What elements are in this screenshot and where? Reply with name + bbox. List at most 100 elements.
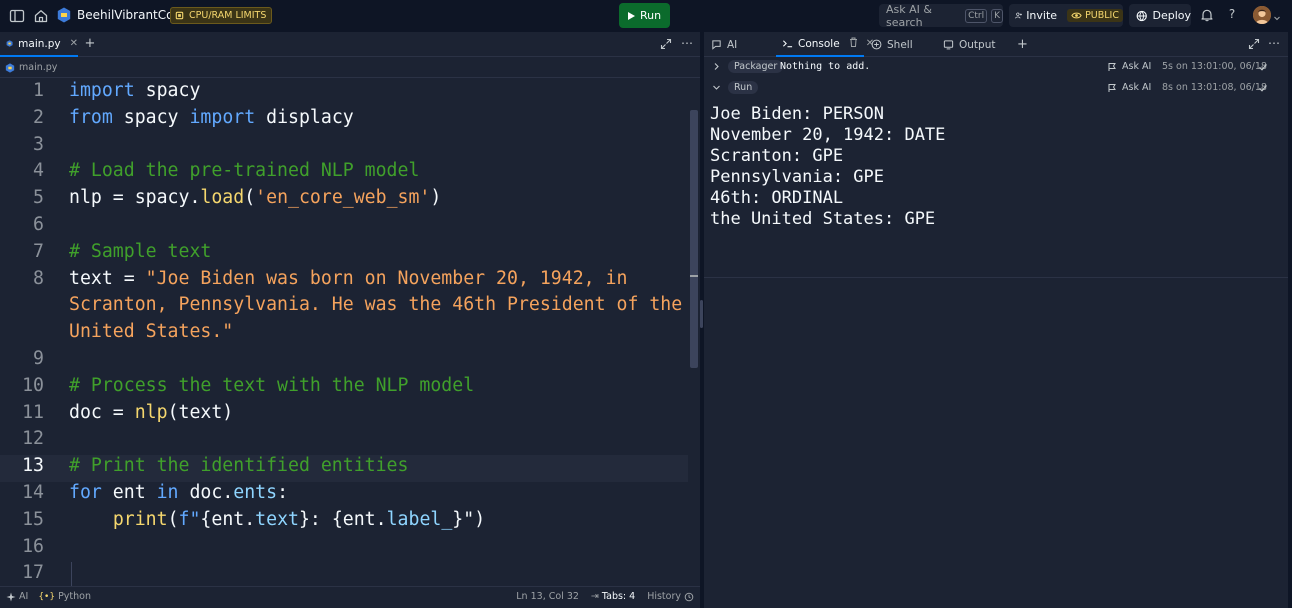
chevron-down-icon[interactable] bbox=[712, 83, 721, 92]
line-number: 12 bbox=[22, 428, 44, 450]
code-line: 2 from spacy import displacy bbox=[0, 107, 688, 134]
ask-ai-button[interactable]: Ask AI bbox=[1107, 82, 1151, 93]
help-icon[interactable]: ? bbox=[1225, 7, 1239, 23]
check-icon bbox=[1259, 84, 1267, 92]
line-content: United States." bbox=[69, 321, 234, 343]
log-timestamp: 5s on 13:01:00, 06/18 bbox=[1162, 61, 1267, 72]
editor-scroll-thumb[interactable] bbox=[690, 110, 698, 368]
breadcrumb-file[interactable]: main.py bbox=[19, 62, 57, 73]
breadcrumb: main.py bbox=[0, 58, 700, 78]
indent-guide bbox=[71, 562, 72, 586]
check-icon bbox=[1259, 63, 1267, 71]
tab-console[interactable]: Console ✕ bbox=[776, 32, 874, 57]
tab-shell[interactable]: Shell bbox=[864, 32, 936, 57]
bell-icon[interactable] bbox=[1200, 8, 1214, 22]
history-button[interactable]: History bbox=[647, 591, 694, 602]
line-number: 7 bbox=[33, 240, 44, 262]
line-content: # Load the pre-trained NLP model bbox=[69, 160, 420, 182]
language-indicator[interactable]: {•} Python bbox=[38, 591, 91, 602]
ai-status[interactable]: AI bbox=[6, 591, 28, 602]
limits-label: CPU/RAM LIMITS bbox=[189, 10, 267, 21]
tab-output[interactable]: Output bbox=[936, 32, 1008, 57]
home-icon[interactable] bbox=[32, 7, 50, 25]
code-line-wrap: United States." bbox=[0, 321, 688, 348]
deploy-label: Deploy bbox=[1152, 9, 1191, 22]
log-message: Nothing to add. bbox=[780, 61, 871, 72]
sidebar-toggle-icon[interactable] bbox=[8, 7, 26, 25]
ai-flag-icon bbox=[1108, 83, 1116, 92]
maximize-icon[interactable] bbox=[660, 38, 672, 50]
code-line: 16 bbox=[0, 536, 688, 563]
maximize-icon[interactable] bbox=[1248, 38, 1260, 50]
ask-ai-search[interactable]: Ask AI & search Ctrl K bbox=[879, 2, 1003, 29]
code-line: 3 bbox=[0, 134, 688, 161]
editor-panel: main.py ✕ + ⋯ main.py 1 import spacy 2 f… bbox=[0, 32, 700, 586]
cursor-position[interactable]: Ln 13, Col 32 bbox=[516, 591, 579, 602]
deploy-button[interactable]: Deploy bbox=[1129, 4, 1191, 27]
indent-setting[interactable]: ⇥ Tabs: 4 bbox=[591, 591, 635, 602]
line-content: for ent in doc.ents: bbox=[69, 482, 289, 503]
shell-icon bbox=[870, 39, 882, 51]
line-number: 1 bbox=[33, 80, 44, 101]
code-editor[interactable]: 1 import spacy 2 from spacy import displ… bbox=[0, 78, 688, 586]
top-bar: BeehilVibrantCode CPU/RAM LIMITS Run Ask… bbox=[0, 0, 1292, 32]
add-tab-icon[interactable]: + bbox=[1017, 37, 1028, 52]
line-content: # Print the identified entities bbox=[69, 455, 409, 477]
line-number: 13 bbox=[22, 455, 44, 477]
tab-ai[interactable]: AI bbox=[704, 32, 776, 57]
line-number: 15 bbox=[22, 508, 44, 530]
output-icon bbox=[942, 39, 954, 51]
code-line: 17 bbox=[0, 562, 688, 586]
line-number: 2 bbox=[33, 106, 44, 128]
run-label: Run bbox=[639, 9, 662, 22]
log-entry-run: Run Ask AI 8s on 13:01:08, 06/18 bbox=[704, 77, 1288, 98]
splitter-handle[interactable] bbox=[700, 300, 703, 328]
line-content: # Sample text bbox=[69, 240, 212, 262]
divider bbox=[704, 277, 1288, 278]
trash-icon[interactable] bbox=[849, 37, 858, 50]
more-options-icon[interactable]: ⋯ bbox=[680, 37, 694, 51]
panel-scrollbar[interactable] bbox=[1288, 32, 1292, 608]
editor-tab-bar: main.py ✕ + ⋯ bbox=[0, 32, 700, 57]
ask-ai-button[interactable]: Ask AI bbox=[1107, 61, 1151, 72]
code-line: 5 nlp = spacy.load('en_core_web_sm') bbox=[0, 187, 688, 214]
history-icon bbox=[684, 592, 694, 601]
code-line: 11 doc = nlp(text) bbox=[0, 402, 688, 429]
invite-button[interactable]: Invite PUBLIC bbox=[1009, 4, 1123, 27]
avatar[interactable] bbox=[1253, 6, 1271, 24]
kbd-k: K bbox=[991, 8, 1003, 23]
resource-limits-badge[interactable]: CPU/RAM LIMITS bbox=[170, 7, 273, 24]
tab-arrow-icon: ⇥ bbox=[590, 591, 599, 602]
eye-icon bbox=[1071, 12, 1082, 19]
code-line: 14 for ent in doc.ents: bbox=[0, 482, 688, 509]
log-entry-packager: Packager Nothing to add. Ask AI 5s on 13… bbox=[704, 56, 1288, 77]
chevron-right-icon[interactable] bbox=[712, 62, 721, 71]
line-number: 16 bbox=[22, 535, 44, 557]
code-line: 8 text = "Joe Biden was born on November… bbox=[0, 268, 688, 295]
log-tag: Packager bbox=[728, 60, 784, 73]
console-panel: AI Console ✕ Shell Output + ⋯ Packager N… bbox=[704, 32, 1288, 608]
code-line: 1 import spacy bbox=[0, 80, 688, 107]
more-options-icon[interactable]: ⋯ bbox=[1268, 37, 1280, 49]
chevron-down-icon[interactable] bbox=[1273, 11, 1281, 21]
line-number: 14 bbox=[22, 482, 44, 503]
line-content: from spacy import displacy bbox=[69, 106, 354, 128]
braces-icon: {•} bbox=[38, 591, 56, 602]
add-user-icon bbox=[1015, 12, 1022, 19]
python-repl-icon bbox=[57, 7, 71, 23]
console-output[interactable]: Joe Biden: PERSON November 20, 1942: DAT… bbox=[710, 104, 945, 230]
play-icon bbox=[627, 11, 635, 20]
terminal-icon bbox=[782, 38, 793, 50]
line-content: print(f"{ent.text}: {ent.label_}") bbox=[112, 508, 486, 530]
close-icon[interactable]: ✕ bbox=[70, 38, 78, 49]
public-badge[interactable]: PUBLIC bbox=[1067, 9, 1123, 22]
ai-icon bbox=[6, 592, 16, 601]
add-tab-icon[interactable]: + bbox=[83, 37, 97, 51]
code-line: 9 bbox=[0, 348, 688, 375]
tab-main-py[interactable]: main.py ✕ bbox=[0, 32, 78, 57]
search-placeholder: Ask AI & search bbox=[886, 2, 932, 29]
line-number: 4 bbox=[33, 160, 44, 182]
line-number: 5 bbox=[33, 187, 44, 209]
invite-label: Invite bbox=[1026, 9, 1058, 22]
run-button[interactable]: Run bbox=[619, 3, 670, 28]
